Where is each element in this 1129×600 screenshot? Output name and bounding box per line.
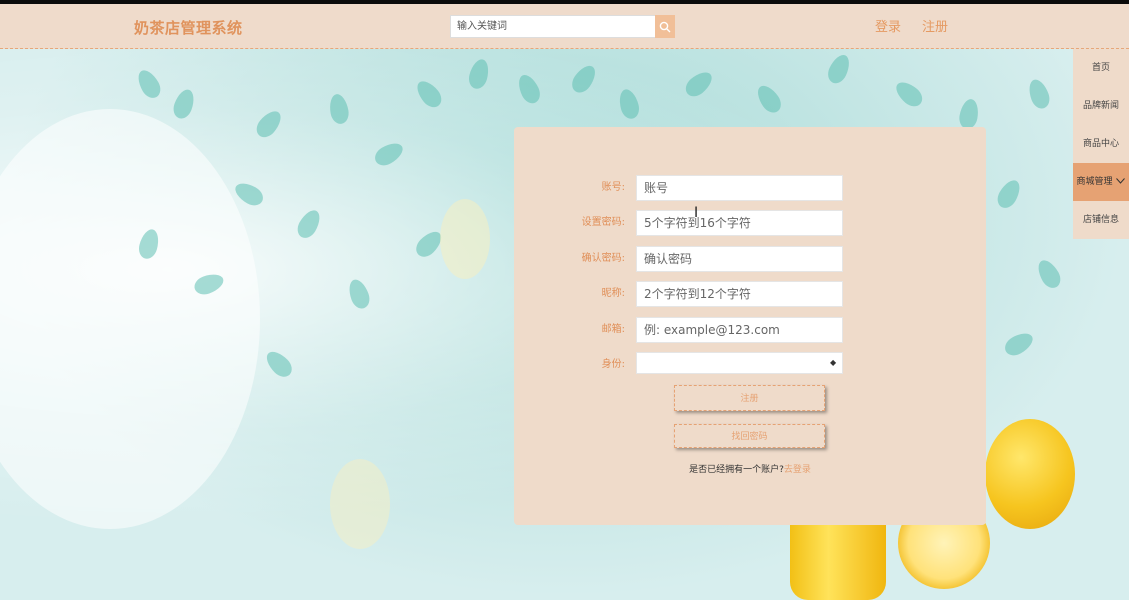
account-input[interactable] xyxy=(636,175,843,201)
side-navigation: 首页 品牌新闻 商品中心 商城管理 店铺信息 xyxy=(1073,49,1129,239)
identity-select[interactable] xyxy=(636,352,843,374)
confirm-password-label: 确认密码: xyxy=(581,253,625,264)
email-label: 邮箱: xyxy=(601,324,625,335)
nickname-label: 昵称: xyxy=(601,288,625,299)
password-row: 设置密码: xyxy=(514,210,986,239)
select-arrow-icon: ◆ xyxy=(830,358,837,367)
identity-row: 身份: ◆ xyxy=(514,352,986,381)
go-login-link[interactable]: 去登录 xyxy=(784,465,811,475)
password-input[interactable] xyxy=(636,210,843,236)
nav-item-label: 首页 xyxy=(1091,63,1110,73)
nav-item-label: 店铺信息 xyxy=(1082,215,1119,225)
register-form-card: 账号: 设置密码: 确认密码: 昵称: 邮箱: 身份: ◆ 注册 找回密码 是否… xyxy=(514,127,986,525)
nav-item-label: 品牌新闻 xyxy=(1082,101,1119,111)
site-logo[interactable]: 奶茶店管理系统 xyxy=(134,17,243,38)
register-link[interactable]: 注册 xyxy=(922,16,948,35)
nav-item-products[interactable]: 商品中心 xyxy=(1073,125,1129,163)
nav-item-label: 商城管理 xyxy=(1076,177,1113,187)
nav-item-mall-management[interactable]: 商城管理 xyxy=(1073,163,1129,201)
search-input[interactable] xyxy=(450,15,655,38)
confirm-password-row: 确认密码: xyxy=(514,246,986,275)
search-box xyxy=(450,15,675,38)
nickname-row: 昵称: xyxy=(514,281,986,310)
account-label: 账号: xyxy=(601,182,625,193)
header: 奶茶店管理系统 登录 注册 xyxy=(0,4,1129,49)
login-prompt-text: 是否已经拥有一个账户? xyxy=(689,465,784,475)
text-cursor-icon: Ι xyxy=(694,205,699,221)
nav-item-label: 商品中心 xyxy=(1082,139,1119,149)
confirm-password-input[interactable] xyxy=(636,246,843,272)
identity-label: 身份: xyxy=(601,359,625,370)
login-link[interactable]: 登录 xyxy=(875,16,901,35)
email-row: 邮箱: xyxy=(514,317,986,346)
search-icon xyxy=(659,21,671,32)
register-button[interactable]: 注册 xyxy=(674,385,825,411)
account-row: 账号: xyxy=(514,175,986,204)
nav-item-home[interactable]: 首页 xyxy=(1073,49,1129,87)
email-input[interactable] xyxy=(636,317,843,343)
password-label: 设置密码: xyxy=(581,217,625,228)
nav-item-store-info[interactable]: 店铺信息 xyxy=(1073,201,1129,239)
nickname-input[interactable] xyxy=(636,281,843,307)
chevron-down-icon xyxy=(1116,178,1126,184)
find-password-button[interactable]: 找回密码 xyxy=(674,424,825,448)
nav-item-brand-news[interactable]: 品牌新闻 xyxy=(1073,87,1129,125)
login-prompt: 是否已经拥有一个账户?去登录 xyxy=(514,462,986,475)
search-button[interactable] xyxy=(655,15,675,38)
